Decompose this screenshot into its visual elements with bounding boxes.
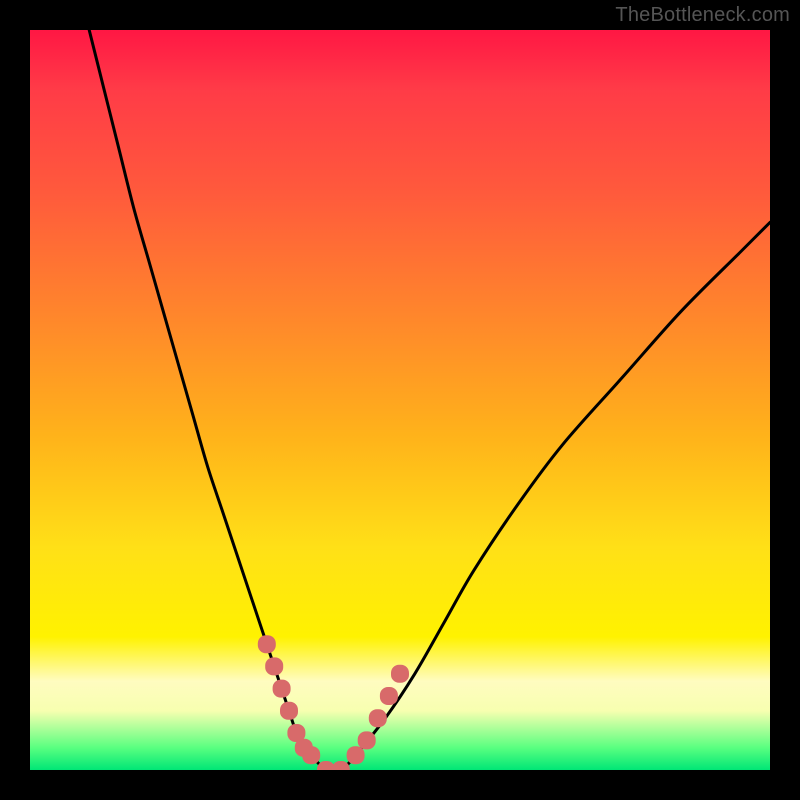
chart-frame: TheBottleneck.com	[0, 0, 800, 800]
curve-marker	[265, 657, 283, 675]
curve-marker	[332, 761, 350, 770]
curve-marker	[273, 680, 291, 698]
curve-marker	[258, 635, 276, 653]
curve-marker	[391, 665, 409, 683]
bottleneck-curve-path	[89, 30, 770, 770]
curve-marker	[358, 731, 376, 749]
curve-marker	[380, 687, 398, 705]
curve-markers	[258, 635, 409, 770]
plot-area	[30, 30, 770, 770]
curve-marker	[280, 702, 298, 720]
curve-layer	[30, 30, 770, 770]
curve-marker	[302, 746, 320, 764]
curve-marker	[369, 709, 387, 727]
curve-marker	[347, 746, 365, 764]
watermark-text: TheBottleneck.com	[615, 4, 790, 27]
